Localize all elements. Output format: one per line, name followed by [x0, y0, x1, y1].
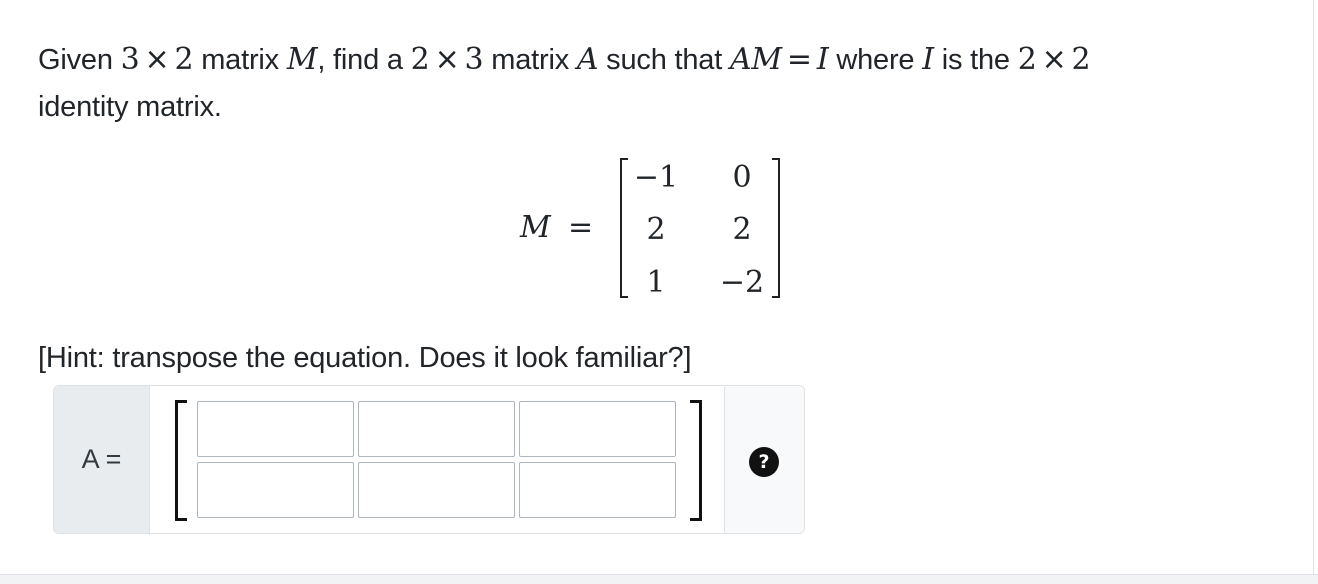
equals-sign: =	[568, 210, 594, 245]
answer-cell-1-2[interactable]	[358, 401, 515, 457]
answer-left-bracket	[175, 400, 187, 521]
matrix-cell: 1	[646, 265, 666, 300]
answer-cell-2-1[interactable]	[197, 462, 354, 518]
matrix-name: M	[520, 210, 551, 245]
answer-label: A =	[54, 386, 150, 533]
matrix-cell: −1	[633, 160, 679, 195]
answer-right-bracket	[690, 400, 702, 521]
answer-cell-2-2[interactable]	[358, 462, 515, 518]
help-question-icon[interactable]: ?	[749, 447, 779, 477]
answer-input-group: A = ?	[53, 385, 805, 534]
matrix-cell: −2	[719, 265, 765, 300]
page-footer-strip	[0, 574, 1318, 584]
matrix-cell: 0	[732, 160, 752, 195]
matrix-m-display: M = −1 0 2 2 1 −2	[520, 158, 820, 300]
question-prompt: Given 3 × 2 matrix M, find a 2 × 3 matrix A …	[38, 42, 1091, 123]
matrix-cell: 2	[732, 212, 752, 247]
answer-cell-1-1[interactable]	[197, 401, 354, 457]
right-bracket	[772, 158, 780, 298]
hint-text: [Hint: transpose the equation. Does it l…	[38, 342, 692, 374]
answer-cell-2-3[interactable]	[519, 462, 676, 518]
answer-cell-1-3[interactable]	[519, 401, 676, 457]
help-addon: ?	[724, 386, 804, 533]
page-border	[1313, 0, 1314, 574]
matrix-cell: 2	[646, 212, 666, 247]
